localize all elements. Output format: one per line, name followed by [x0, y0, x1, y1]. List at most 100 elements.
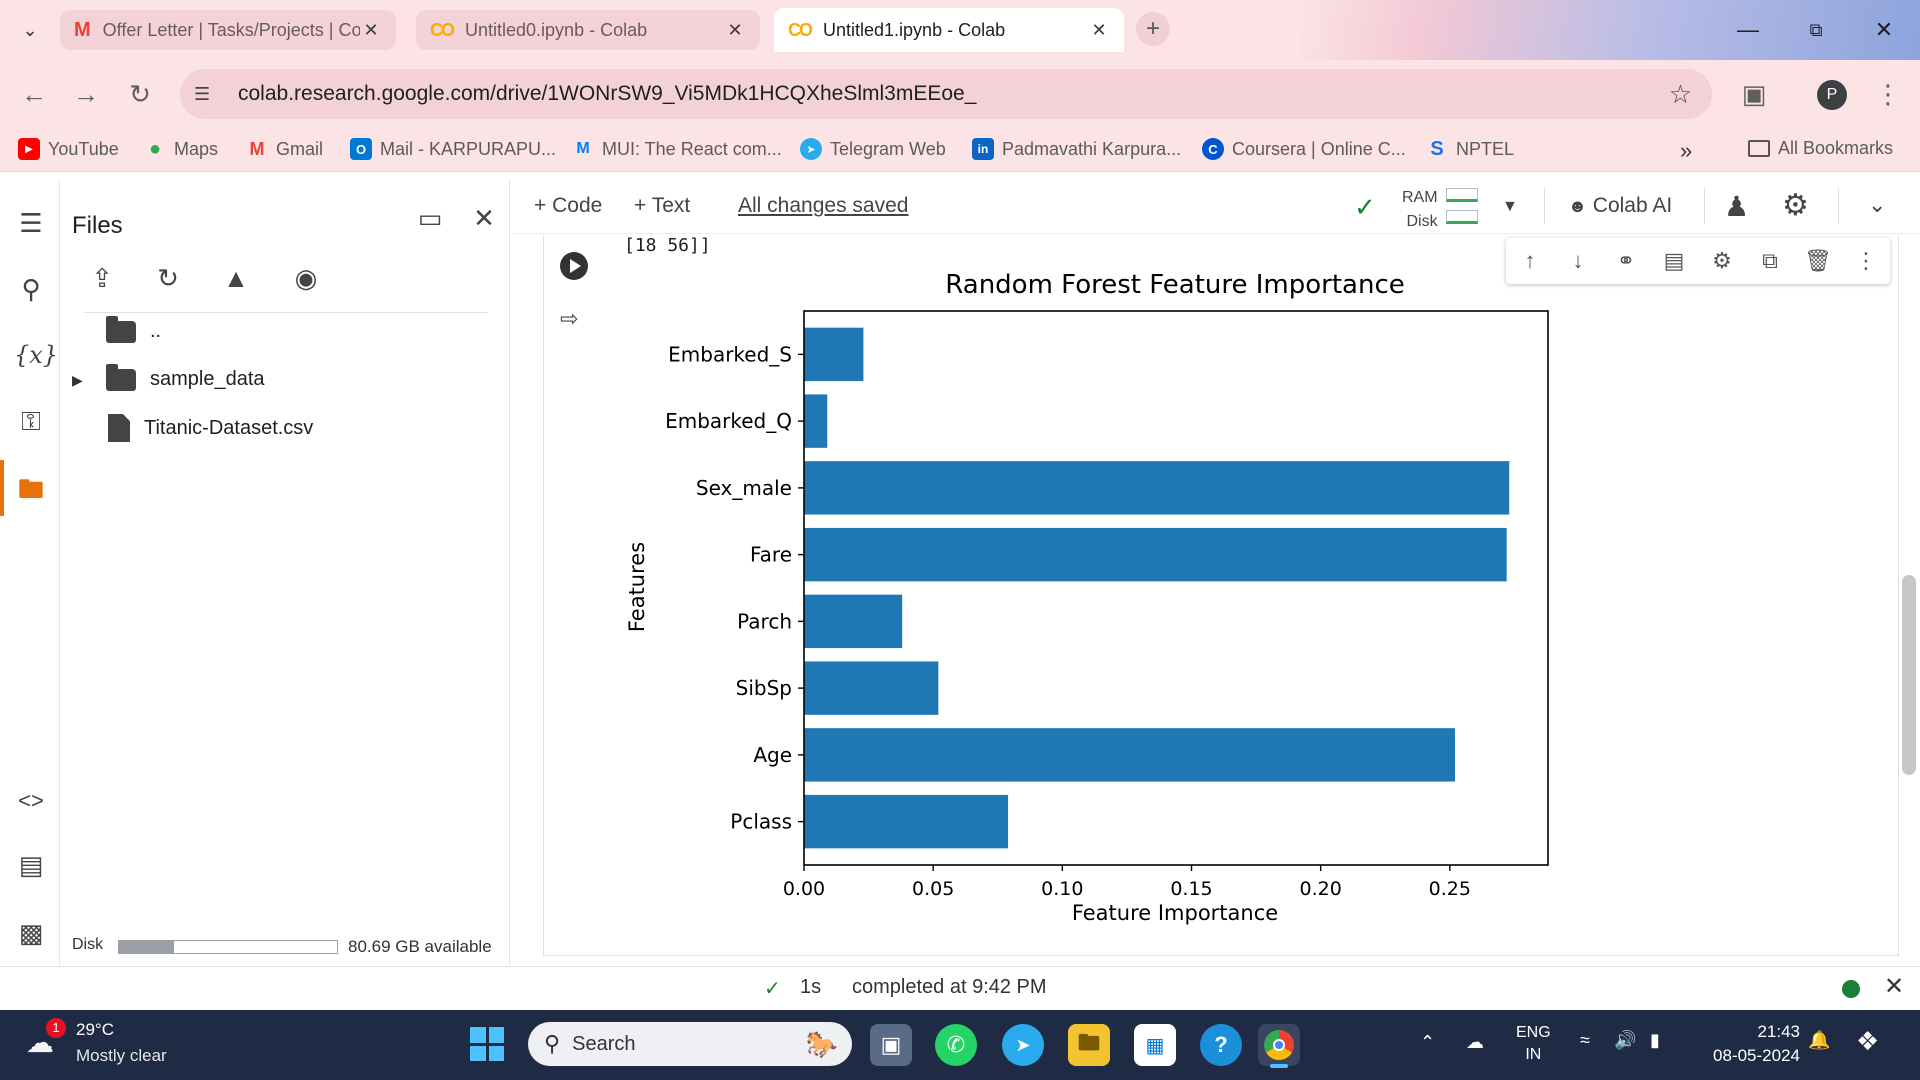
windows-start-icon[interactable]: [470, 1027, 504, 1061]
language-indicator[interactable]: ENG IN: [1516, 1022, 1551, 1066]
file-item-sample-data[interactable]: sample_data: [106, 363, 265, 391]
back-icon[interactable]: ←: [16, 76, 52, 112]
secrets-key-icon[interactable]: ⚿: [14, 404, 48, 438]
bookmark-mui[interactable]: M MUI: The React com...: [572, 138, 781, 160]
close-icon[interactable]: ✕: [360, 20, 382, 41]
window-close-button[interactable]: ✕: [1864, 10, 1904, 50]
colab-ai-button[interactable]: ☻ Colab AI: [1568, 194, 1672, 218]
add-text-button[interactable]: + Text: [634, 194, 690, 218]
telegram-icon[interactable]: ➤: [1002, 1024, 1044, 1066]
mirror-cell-icon[interactable]: ⧉: [1755, 248, 1785, 274]
bookmark-nptel[interactable]: S NPTEL: [1426, 138, 1514, 160]
tab-search-icon[interactable]: ⌄: [12, 12, 48, 48]
bookmark-youtube[interactable]: ▶ YouTube: [18, 138, 119, 160]
chrome-icon[interactable]: [1258, 1024, 1300, 1066]
output-actions-icon[interactable]: ⇨: [560, 306, 590, 332]
tray-overflow-icon[interactable]: ⌃: [1420, 1032, 1435, 1053]
gmail-icon: M: [74, 18, 91, 41]
microsoft-store-icon[interactable]: ▦: [1134, 1024, 1176, 1066]
notification-bell-icon[interactable]: 🔔: [1808, 1030, 1830, 1051]
cell-output-text: [18 56]]: [624, 235, 711, 256]
delete-icon[interactable]: 🗑: [1803, 248, 1833, 274]
copilot-icon[interactable]: ❖: [1856, 1026, 1879, 1057]
disk-usage-mini-bar: [1446, 210, 1478, 224]
reload-icon[interactable]: ↻: [122, 76, 158, 112]
wifi-icon[interactable]: ≈: [1580, 1030, 1590, 1051]
link-icon[interactable]: ⚭: [1611, 248, 1641, 274]
bookmark-gmail[interactable]: M Gmail: [246, 138, 324, 160]
search-icon[interactable]: ⚲: [14, 272, 48, 306]
all-bookmarks[interactable]: All Bookmarks: [1748, 138, 1893, 159]
volume-icon[interactable]: 🔊: [1614, 1030, 1636, 1051]
colab-ai-label: Colab AI: [1592, 194, 1673, 217]
battery-icon[interactable]: ▮: [1650, 1030, 1660, 1051]
add-code-button[interactable]: + Code: [534, 194, 602, 218]
bookmark-coursera[interactable]: C Coursera | Online C...: [1202, 138, 1406, 160]
browser-menu-icon[interactable]: ⋮: [1870, 76, 1906, 112]
task-view-icon[interactable]: ▣: [870, 1024, 912, 1066]
refresh-icon[interactable]: ↻: [150, 260, 186, 296]
clock[interactable]: 21:43 08-05-2024: [1700, 1020, 1800, 1068]
omnibox[interactable]: ☰ colab.research.google.com/drive/1WONrS…: [180, 69, 1712, 119]
bookmark-label: Padmavathi Karpura...: [1002, 138, 1182, 159]
bookmark-star-icon[interactable]: ☆: [1669, 79, 1692, 110]
upload-icon[interactable]: ⇪: [84, 260, 120, 296]
more-bookmarks-icon[interactable]: »: [1680, 138, 1692, 164]
notebook-scrollbar[interactable]: [1902, 575, 1916, 775]
mount-drive-icon[interactable]: ▲: [218, 260, 254, 296]
new-tab-button[interactable]: +: [1136, 12, 1170, 46]
forward-icon[interactable]: →: [68, 76, 104, 112]
feature-importance-chart: Random Forest Feature Importance Feature…: [625, 270, 1549, 925]
taskbar-search[interactable]: ⚲ Search 🐎: [528, 1022, 852, 1066]
site-settings-icon[interactable]: ☰: [194, 84, 224, 105]
y-tick-label: Age: [753, 743, 792, 767]
new-window-icon[interactable]: ▭: [412, 200, 448, 236]
close-icon[interactable]: ✕: [1088, 20, 1110, 41]
files-icon[interactable]: 🖿: [14, 472, 48, 506]
expand-caret-icon[interactable]: ▶: [72, 372, 83, 389]
variables-icon[interactable]: {x}: [14, 338, 58, 372]
minimize-button[interactable]: —: [1728, 10, 1768, 50]
bookmark-linkedin[interactable]: in Padmavathi Karpura...: [972, 138, 1181, 160]
code-snippets-icon[interactable]: <>: [14, 784, 48, 818]
resource-labels[interactable]: RAM Disk: [1402, 186, 1438, 234]
file-parent-dir[interactable]: ..: [106, 315, 161, 343]
close-panel-icon[interactable]: ✕: [466, 200, 502, 236]
file-explorer-icon[interactable]: 🖿: [1068, 1024, 1110, 1066]
url-text[interactable]: colab.research.google.com/drive/1WONrSW9…: [238, 82, 976, 106]
terminal-icon[interactable]: ▩: [14, 916, 48, 950]
whatsapp-icon[interactable]: ✆: [935, 1024, 977, 1066]
status-completed: completed at 9:42 PM: [852, 976, 1047, 998]
extensions-icon[interactable]: ▣: [1736, 76, 1772, 112]
save-status[interactable]: All changes saved: [738, 194, 908, 218]
comment-icon[interactable]: ▤: [1659, 248, 1689, 274]
gmail-icon: M: [249, 138, 265, 159]
status-close-icon[interactable]: ✕: [1884, 972, 1904, 1001]
weather-condition[interactable]: Mostly clear: [76, 1046, 167, 1066]
runtime-dropdown-icon[interactable]: ▼: [1502, 198, 1518, 216]
avatar[interactable]: P: [1817, 80, 1847, 110]
run-cell-button[interactable]: [560, 252, 588, 280]
help-icon[interactable]: ?: [1200, 1024, 1242, 1066]
bookmark-maps[interactable]: ● Maps: [144, 138, 218, 160]
table-of-contents-icon[interactable]: ☰: [14, 206, 48, 240]
command-palette-icon[interactable]: ▤: [14, 848, 48, 882]
file-item-titanic[interactable]: Titanic-Dataset.csv: [108, 414, 313, 442]
onedrive-icon[interactable]: ☁: [1466, 1032, 1484, 1053]
runtime-status-dot[interactable]: [1842, 980, 1860, 998]
tab-offer-letter[interactable]: M Offer Letter | Tasks/Projects | Co ✕: [60, 10, 396, 50]
tab-untitled0[interactable]: CO Untitled0.ipynb - Colab ✕: [416, 10, 760, 50]
share-people-icon[interactable]: ♟: [1724, 190, 1749, 223]
collapse-chevron-icon[interactable]: ⌄: [1868, 192, 1886, 218]
hide-icon[interactable]: ◉: [288, 260, 324, 296]
more-vert-icon[interactable]: ⋮: [1851, 248, 1881, 274]
bookmark-outlook[interactable]: O Mail - KARPURAPU...: [350, 138, 556, 160]
close-icon[interactable]: ✕: [724, 20, 746, 41]
tab-untitled1[interactable]: CO Untitled1.ipynb - Colab ✕: [774, 8, 1124, 52]
restore-button[interactable]: ⧉: [1796, 10, 1836, 50]
cell-settings-icon[interactable]: ⚙: [1707, 248, 1737, 274]
y-tick-label: Parch: [737, 609, 792, 633]
settings-gear-icon[interactable]: ⚙: [1782, 188, 1809, 223]
weather-temperature[interactable]: 29°C: [76, 1020, 114, 1040]
bookmark-telegram[interactable]: ➤ Telegram Web: [800, 138, 946, 160]
